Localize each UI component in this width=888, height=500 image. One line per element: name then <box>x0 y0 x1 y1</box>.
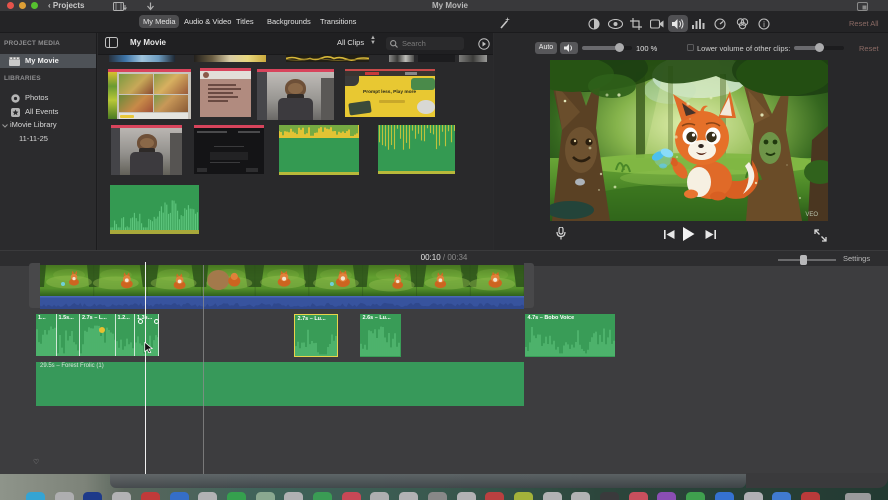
svg-text:VEO: VEO <box>805 212 818 218</box>
svg-text:i: i <box>763 20 765 29</box>
